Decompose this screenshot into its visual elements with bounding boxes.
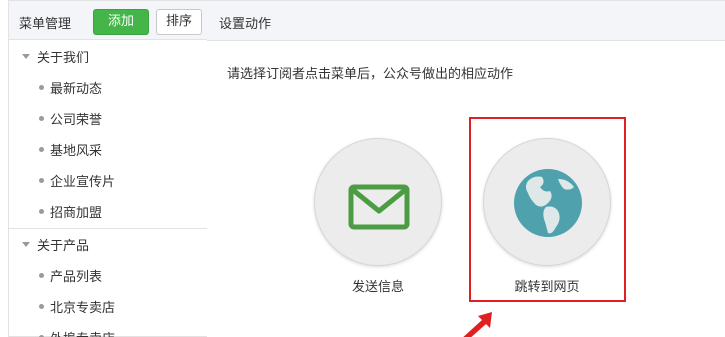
menu-child-item[interactable]: 公司荣誉 xyxy=(9,103,207,134)
bullet-icon xyxy=(39,116,44,121)
menu-child-label: 公司荣誉 xyxy=(50,113,103,128)
menu-child-item[interactable]: 北京专卖店 xyxy=(9,291,207,322)
collapse-triangle-icon xyxy=(22,54,30,59)
highlight-box xyxy=(469,117,626,302)
menu-child-item[interactable]: 外埠专卖店 xyxy=(9,322,207,337)
menu-parent-label: 关于我们 xyxy=(37,51,90,66)
menu-child-item[interactable]: 基地风采 xyxy=(9,134,207,165)
menu-child-item[interactable]: 产品列表 xyxy=(9,260,207,291)
menu-child-label: 招商加盟 xyxy=(50,206,103,221)
menu-parent-label: 关于产品 xyxy=(37,239,90,254)
envelope-icon xyxy=(348,184,410,230)
menu-child-label: 最新动态 xyxy=(50,82,103,97)
action-settings-panel: 设置动作 请选择订阅者点击菜单后，公众号做出的相应动作 xyxy=(207,0,725,337)
menu-parent-about-us[interactable]: 关于我们 xyxy=(9,41,207,72)
send-message-button[interactable] xyxy=(314,138,442,266)
menu-child-item[interactable]: 企业宣传片 xyxy=(9,165,207,196)
menu-child-label: 外埠专卖店 xyxy=(50,328,115,337)
bullet-icon xyxy=(39,273,44,278)
menu-child-label: 北京专卖店 xyxy=(50,301,116,316)
action-settings-header: 设置动作 xyxy=(207,1,725,41)
menu-group-about-products: 关于产品 产品列表 北京专卖店 外埠专卖店 xyxy=(9,229,207,337)
menu-management-title: 菜单管理 xyxy=(19,17,72,32)
menu-parent-about-products[interactable]: 关于产品 xyxy=(9,229,207,260)
menu-management-header: 菜单管理 添加 排序 xyxy=(9,0,207,40)
action-settings-title: 设置动作 xyxy=(219,17,272,32)
bullet-icon xyxy=(39,85,44,90)
menu-child-label: 基地风采 xyxy=(50,144,103,159)
send-message-label: 发送信息 xyxy=(351,280,404,295)
bullet-icon xyxy=(39,304,44,309)
menu-group-about-us: 关于我们 最新动态 公司荣誉 基地风采 企业宣传片 招商加盟 xyxy=(9,41,207,227)
send-message-action[interactable]: 发送信息 xyxy=(314,138,442,295)
red-arrow-icon xyxy=(463,312,492,337)
bullet-icon xyxy=(39,147,44,152)
menu-management-panel: 菜单管理 添加 排序 关于我们 最新动态 公司荣誉 基地风采 企业宣传片 招商加… xyxy=(8,0,208,337)
action-description: 请选择订阅者点击菜单后，公众号做出的相应动作 xyxy=(227,67,514,82)
menu-child-item[interactable]: 招商加盟 xyxy=(9,196,207,227)
menu-child-label: 企业宣传片 xyxy=(50,175,116,190)
collapse-triangle-icon xyxy=(22,242,30,247)
sort-menu-button[interactable]: 排序 xyxy=(156,9,202,35)
menu-child-item[interactable]: 最新动态 xyxy=(9,72,207,103)
menu-child-label: 产品列表 xyxy=(50,270,103,285)
add-menu-button[interactable]: 添加 xyxy=(93,9,149,35)
bullet-icon xyxy=(39,209,44,214)
bullet-icon xyxy=(39,178,44,183)
